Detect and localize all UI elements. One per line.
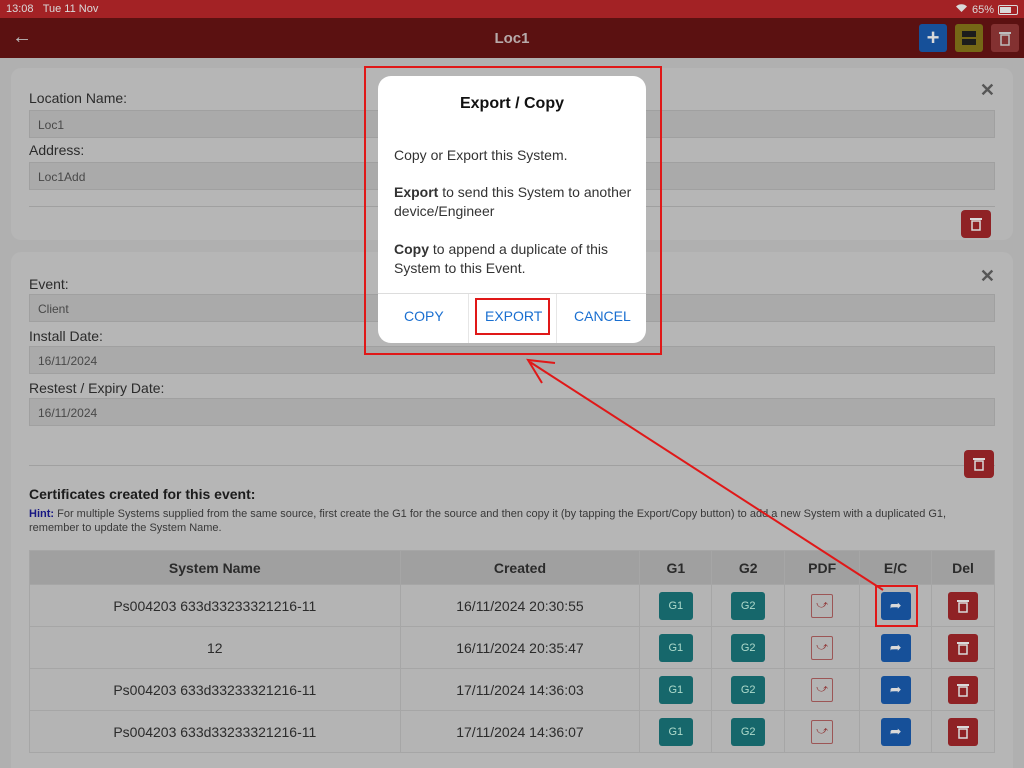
copy-bold: Copy <box>394 241 429 257</box>
dialog-intro: Copy or Export this System. <box>394 147 568 163</box>
export-bold: Export <box>394 184 439 200</box>
dialog-btn-divider <box>556 294 557 343</box>
dialog-export-text: Export to send this System to another de… <box>394 183 634 221</box>
dialog-copy-text: Copy to append a duplicate of this Syste… <box>394 240 634 278</box>
export-copy-dialog: Export / Copy Copy or Export this System… <box>378 76 646 343</box>
export-button[interactable]: EXPORT <box>485 308 542 324</box>
dialog-divider <box>378 293 646 294</box>
dialog-title: Export / Copy <box>459 95 564 112</box>
dialog-btn-divider <box>468 294 469 343</box>
copy-button[interactable]: COPY <box>404 308 444 324</box>
cancel-button[interactable]: CANCEL <box>574 308 631 324</box>
